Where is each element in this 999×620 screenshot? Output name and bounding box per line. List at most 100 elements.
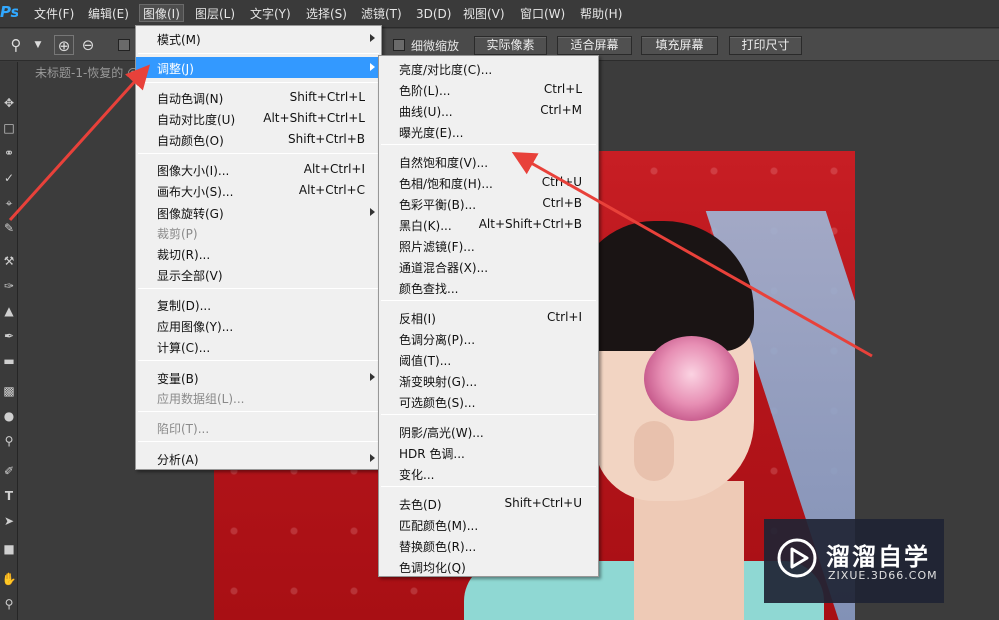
menu-item-vibrance[interactable]: 自然饱和度(V)... [379,151,598,172]
menu-item-variables[interactable]: 变量(B) [136,367,381,388]
submenu-arrow-icon [370,34,375,42]
zoom-icon[interactable]: ⚲ [1,595,17,613]
menu-item-duplicate[interactable]: 复制(D)... [136,294,381,315]
menu-item-image-size[interactable]: 图像大小(I)... Alt+Ctrl+I [136,159,381,180]
submenu-arrow-icon [370,373,375,381]
shape-icon[interactable]: ■ [1,540,17,558]
menu-item-reveal-all[interactable]: 显示全部(V) [136,264,381,285]
menu-item-black-white[interactable]: 黑白(K)... Alt+Shift+Ctrl+B [379,214,598,235]
menu-item-desaturate[interactable]: 去色(D) Shift+Ctrl+U [379,493,598,514]
menu-filter[interactable]: 滤镜(T) [358,5,405,23]
menu-bar: Ps 文件(F) 编辑(E) 图像(I) 图层(L) 文字(Y) 选择(S) 滤… [0,0,999,28]
actual-pixels-button[interactable]: 实际像素 [474,36,547,55]
marquee-icon[interactable]: □ [1,119,17,137]
history-brush-icon[interactable]: ✒ [1,327,17,345]
fill-screen-button[interactable]: 填充屏幕 [641,36,718,55]
move-icon[interactable]: ✥ [1,94,17,112]
gradient-icon[interactable]: ▩ [1,382,17,400]
adjustments-submenu: 亮度/对比度(C)... 色阶(L)... Ctrl+L 曲线(U)... Ctrl… [378,55,599,577]
menu-window[interactable]: 窗口(W) [517,5,568,23]
menu-item-canvas-size[interactable]: 画布大小(S)... Alt+Ctrl+C [136,180,381,201]
menu-item-apply-image[interactable]: 应用图像(Y)... [136,315,381,336]
fit-screen-button[interactable]: 适合屏幕 [557,36,632,55]
menu-item-posterize[interactable]: 色调分离(P)... [379,328,598,349]
submenu-arrow-icon [370,63,375,71]
menu-item-auto-contrast[interactable]: 自动对比度(U) Alt+Shift+Ctrl+L [136,108,381,129]
chevron-down-icon[interactable]: ▼ [28,35,48,55]
menu-item-match-color[interactable]: 匹配颜色(M)... [379,514,598,535]
menu-view[interactable]: 视图(V) [460,5,508,23]
quick-select-icon[interactable]: ✓ [1,169,17,187]
hand-icon[interactable]: ✋ [1,570,17,588]
menu-item-color-lookup[interactable]: 颜色查找... [379,277,598,298]
menu-item-auto-tone[interactable]: 自动色调(N) Shift+Ctrl+L [136,87,381,108]
menu-item-adjustments[interactable]: 调整(J) [136,57,381,78]
menu-item-image-rotation[interactable]: 图像旋转(G) [136,202,381,223]
menu-item-trim[interactable]: 裁切(R)... [136,243,381,264]
menu-file[interactable]: 文件(F) [31,5,77,23]
menu-item-auto-color[interactable]: 自动颜色(O) Shift+Ctrl+B [136,129,381,150]
menu-item-channel-mixer[interactable]: 通道混合器(X)... [379,256,598,277]
submenu-arrow-icon [370,454,375,462]
zoom-tool-icon[interactable]: ⚲ [6,35,26,55]
submenu-arrow-icon [370,208,375,216]
menu-select[interactable]: 选择(S) [303,5,350,23]
rose-image [644,336,739,421]
photoshop-logo: Ps [0,3,18,21]
menu-item-hue-saturation[interactable]: 色相/饱和度(H)... Ctrl+U [379,172,598,193]
menu-type[interactable]: 文字(Y) [247,5,294,23]
menu-item-gradient-map[interactable]: 渐变映射(G)... [379,370,598,391]
tools-panel: ✥ □ ⚭ ✓ ⌖ ✎ ⚒ ✑ ▲ ✒ ▬ ▩ ● ⚲ ✐ T ➤ ■ ✋ ⚲ [0,62,18,620]
menu-item-color-balance[interactable]: 色彩平衡(B)... Ctrl+B [379,193,598,214]
crop-icon[interactable]: ⌖ [1,194,17,212]
print-size-button[interactable]: 打印尺寸 [729,36,802,55]
menu-edit[interactable]: 编辑(E) [85,5,132,23]
menu-item-photo-filter[interactable]: 照片滤镜(F)... [379,235,598,256]
resize-windows-checkbox[interactable] [118,39,130,51]
scrubby-zoom-label: 细微缩放 [411,39,460,53]
watermark-badge: 溜溜自学 ZIXUE.3D66.COM [764,519,944,603]
zoom-in-icon[interactable]: ⊕ [54,35,74,55]
menu-item-variations[interactable]: 变化... [379,463,598,484]
eraser-icon[interactable]: ▬ [1,352,17,370]
menu-item-threshold[interactable]: 阈值(T)... [379,349,598,370]
path-select-icon[interactable]: ➤ [1,512,17,530]
scrubby-zoom-checkbox[interactable] [393,39,405,51]
menu-item-trap: 陷印(T)... [157,422,210,436]
menu-item-selective-color[interactable]: 可选颜色(S)... [379,391,598,412]
type-icon[interactable]: T [1,487,17,505]
menu-help[interactable]: 帮助(H) [577,5,625,23]
menu-item-calculations[interactable]: 计算(C)... [136,336,381,357]
healing-icon[interactable]: ⚒ [1,252,17,270]
menu-layer[interactable]: 图层(L) [192,5,238,23]
watermark-title: 溜溜自学 [826,543,930,571]
lasso-icon[interactable]: ⚭ [1,144,17,162]
menu-item-mode[interactable]: 模式(M) [136,28,381,49]
menu-item-apply-data-set: 应用数据组(L)... [157,392,245,406]
menu-item-brightness-contrast[interactable]: 亮度/对比度(C)... [379,58,598,79]
menu-item-equalize[interactable]: 色调均化(Q) [379,556,598,577]
dodge-icon[interactable]: ⚲ [1,432,17,450]
menu-item-invert[interactable]: 反相(I) Ctrl+I [379,307,598,328]
blur-icon[interactable]: ● [1,407,17,425]
menu-item-analysis[interactable]: 分析(A) [136,448,381,469]
menu-item-replace-color[interactable]: 替换颜色(R)... [379,535,598,556]
menu-item-exposure[interactable]: 曝光度(E)... [379,121,598,142]
arrow-to-adjustments [8,64,151,222]
menu-item-shadows-highlights[interactable]: 阴影/高光(W)... [379,421,598,442]
eyedropper-icon[interactable]: ✎ [1,219,17,237]
menu-image[interactable]: 图像(I) [139,4,184,22]
document-tab[interactable]: 未标题-1-恢复的 @ [28,62,148,84]
menu-item-levels[interactable]: 色阶(L)... Ctrl+L [379,79,598,100]
play-logo-icon [777,538,817,578]
image-menu-dropdown: 模式(M) 调整(J) 自动色调(N) Shift+Ctrl+L 自动对比度(U)… [135,25,382,470]
stamp-icon[interactable]: ▲ [1,302,17,320]
watermark-subtitle: ZIXUE.3D66.COM [828,569,938,582]
menu-item-hdr-toning[interactable]: HDR 色调... [379,442,598,463]
menu-item-crop: 裁剪(P) [157,227,198,241]
brush-icon[interactable]: ✑ [1,277,17,295]
menu-3d[interactable]: 3D(D) [413,5,454,23]
pen-icon[interactable]: ✐ [1,462,17,480]
zoom-out-icon[interactable]: ⊖ [78,35,98,55]
menu-item-curves[interactable]: 曲线(U)... Ctrl+M [379,100,598,121]
